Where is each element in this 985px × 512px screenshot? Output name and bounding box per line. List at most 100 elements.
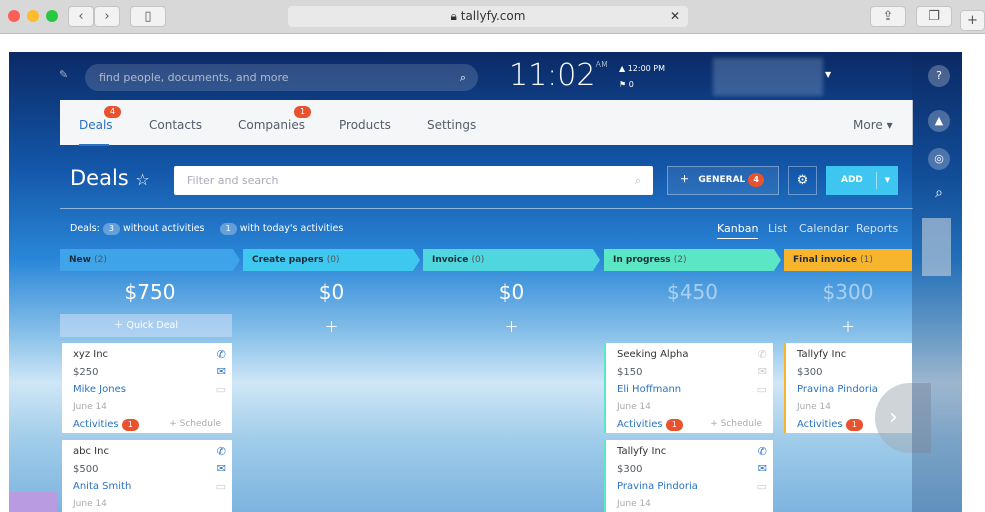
tab-companies[interactable]: Companies 1 (238, 106, 312, 132)
close-window-button[interactable] (8, 10, 20, 22)
bell-icon: ▲ (619, 64, 628, 73)
gear-icon[interactable]: ⚙ (788, 166, 817, 195)
view-kanban[interactable]: Kanban (717, 222, 759, 239)
contact-link[interactable]: Mike Jones (73, 384, 221, 402)
sidebar-toggle-icon[interactable]: ▯ (130, 6, 166, 27)
forward-button[interactable]: › (94, 6, 120, 27)
flag-count: 0 (628, 80, 634, 89)
back-button[interactable]: ‹ (68, 6, 94, 27)
global-search-input[interactable]: find people, documents, and more ⌕ (85, 64, 478, 91)
contact-link[interactable]: Eli Hoffmann (617, 384, 762, 402)
divider (60, 208, 913, 209)
deal-card[interactable]: Seeking Alpha $150 Eli Hoffmann June 14 Act… (604, 343, 773, 433)
mail-icon[interactable]: ✉ (217, 365, 226, 378)
add-deal-icon[interactable]: ＋ (423, 317, 600, 337)
search-icon: ⌕ (634, 174, 641, 187)
deal-card[interactable]: Tallyfy Inc $300 Pravina Pindoria June 14 ✆… (604, 440, 773, 512)
deals-summary: Deals: 3 without activities 1 with today… (70, 223, 344, 235)
tabs-icon[interactable]: ❐ (916, 6, 952, 27)
comment-icon[interactable]: ▭ (757, 480, 767, 493)
sidebar-scroll-panel[interactable] (922, 218, 951, 276)
today-activities-count[interactable]: 1 (219, 223, 237, 235)
comment-icon[interactable]: ▭ (757, 383, 767, 396)
clock-time: 11:02 (509, 58, 596, 93)
phone-icon[interactable]: ✆ (217, 445, 226, 458)
contact-link[interactable]: Pravina Pindoria (617, 481, 762, 499)
search-icon[interactable]: ⌕ (928, 182, 950, 204)
stage-invoice[interactable]: Invoice (0) (423, 249, 600, 271)
comment-icon[interactable]: ▭ (216, 480, 226, 493)
page-title: Deals ☆ (70, 166, 150, 190)
stage-total: $0 (318, 280, 345, 304)
reminders[interactable]: ▲ 12:00 PM ⚑ 0 (619, 61, 665, 93)
clear-url-icon[interactable]: ✕ (670, 6, 680, 27)
favorite-star-icon[interactable]: ☆ (135, 170, 149, 189)
user-profile-blurred[interactable] (713, 58, 823, 96)
add-deal-icon[interactable]: ＋ (243, 317, 420, 337)
deal-card[interactable]: xyz Inc $250 Mike Jones June 14 Activities … (62, 343, 232, 433)
stage-in-progress[interactable]: In progress (2) (604, 249, 781, 271)
search-icon[interactable]: ⌕ (460, 64, 466, 91)
filter-search-input[interactable]: Filter and search ⌕ (174, 166, 653, 195)
phone-icon[interactable]: ✆ (758, 445, 767, 458)
tab-deals[interactable]: Deals 4 (79, 106, 122, 146)
stage-new[interactable]: New (2) (60, 249, 240, 271)
flag-icon: ⚑ (619, 80, 629, 89)
contact-link[interactable]: Anita Smith (73, 481, 221, 499)
crm-app: ✎ find people, documents, and more ⌕ 11:0… (9, 52, 962, 512)
pencil-icon[interactable]: ✎ (59, 68, 68, 81)
stage-total: $300 (822, 280, 874, 304)
help-icon[interactable]: ? (928, 65, 950, 87)
deal-card[interactable]: abc Inc $500 Anita Smith June 14 ✆ ✉ ▭ (62, 440, 232, 512)
more-menu[interactable]: More ▾ (853, 118, 893, 132)
mail-icon[interactable]: ✉ (758, 365, 767, 378)
comment-icon[interactable]: ▭ (216, 383, 226, 396)
schedule-link[interactable]: + Schedule (710, 419, 762, 429)
stage-total: $750 (124, 280, 176, 304)
share-icon[interactable]: ⇪ (870, 6, 906, 27)
add-button[interactable]: ADD ▼ (826, 166, 898, 195)
view-list[interactable]: List (768, 222, 787, 235)
lock-icon: 🔒︎ (450, 9, 461, 23)
companies-badge: 1 (294, 106, 312, 118)
schedule-link[interactable]: + Schedule (169, 419, 221, 429)
plus-icon: ＋ (680, 175, 693, 185)
stage-total: $0 (498, 280, 525, 304)
phone-icon[interactable]: ✆ (758, 348, 767, 361)
activities-link[interactable]: Activities (617, 419, 663, 430)
view-reports[interactable]: Reports (856, 222, 898, 235)
deals-badge: 4 (104, 106, 122, 118)
alarm-time: 12:00 PM (627, 64, 666, 73)
maximize-window-button[interactable] (46, 10, 58, 22)
tab-settings[interactable]: Settings (427, 118, 476, 132)
mail-icon[interactable]: ✉ (758, 462, 767, 475)
clock-ampm: AM (595, 60, 608, 69)
chat-icon[interactable]: ◎ (928, 148, 950, 170)
view-calendar[interactable]: Calendar (799, 222, 848, 235)
add-deal-icon[interactable]: ＋ (784, 317, 912, 337)
widget-tab[interactable] (9, 492, 57, 512)
stage-final-invoice[interactable]: Final invoice (1) (784, 249, 912, 271)
general-badge: 4 (748, 173, 764, 187)
activities-link[interactable]: Activities (73, 419, 119, 430)
stage-create-papers[interactable]: Create papers (0) (243, 249, 420, 271)
clock: 11:02AM (509, 58, 608, 93)
address-bar[interactable]: 🔒︎ tallyfy.com ✕ (288, 6, 688, 27)
phone-icon[interactable]: ✆ (217, 348, 226, 361)
general-category-button[interactable]: ＋ GENERAL 4 (667, 166, 779, 195)
mail-icon[interactable]: ✉ (217, 462, 226, 475)
add-dropdown-icon[interactable]: ▼ (876, 172, 898, 189)
activities-link[interactable]: Activities (797, 419, 843, 430)
notifications-bell-icon[interactable]: ▲ (928, 110, 950, 132)
profile-dropdown-icon[interactable]: ▼ (825, 70, 831, 79)
without-activities-count[interactable]: 3 (102, 223, 120, 235)
new-tab-button[interactable]: + (960, 10, 985, 31)
quick-deal-button[interactable]: ＋ Quick Deal (60, 314, 232, 337)
search-placeholder: find people, documents, and more (99, 71, 289, 84)
tab-products[interactable]: Products (339, 118, 391, 132)
main-nav: Deals 4 Contacts Companies 1 Products Sett… (60, 100, 913, 146)
browser-toolbar: ‹ › ▯ 🔒︎ tallyfy.com ✕ ⇪ ❐ + (0, 0, 985, 34)
right-sidebar: ? ▲ ◎ ⌕ (912, 52, 962, 512)
tab-contacts[interactable]: Contacts (149, 118, 202, 132)
minimize-window-button[interactable] (27, 10, 39, 22)
